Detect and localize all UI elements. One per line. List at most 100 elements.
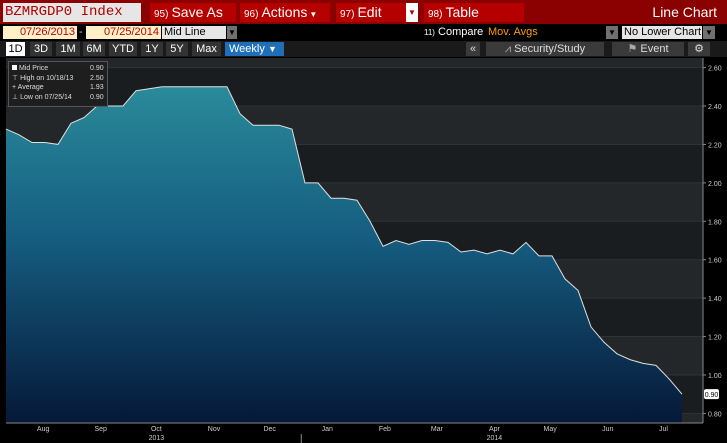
- x-tick-label: Jan: [322, 426, 333, 433]
- save-as-label: Save As: [171, 4, 223, 20]
- security-study-button[interactable]: ⩘ Security/Study: [486, 42, 604, 56]
- settings-icon[interactable]: ⚙: [688, 42, 710, 56]
- legend-high-value: 2.50: [90, 75, 104, 82]
- legend-mid-price: Mid Price 0.90: [12, 64, 104, 73]
- y-tick-label: 1.00: [708, 373, 722, 380]
- legend-average-label: Average: [17, 84, 44, 91]
- y-tick-label: 2.00: [708, 181, 722, 188]
- x-axis-background: [0, 423, 727, 443]
- actions-number: 96): [244, 9, 259, 20]
- compare-button[interactable]: 11) Compare: [424, 26, 483, 39]
- legend-average-value: 1.93: [90, 84, 104, 91]
- y-tick-label: 1.20: [708, 335, 722, 342]
- x-year-label: 2013: [149, 435, 165, 442]
- y-tick-label: 2.60: [708, 66, 722, 73]
- chart-band: [6, 221, 703, 260]
- chart-band: [6, 182, 703, 222]
- legend-low-label: Low on 07/25/14: [20, 94, 72, 101]
- legend-high-label: High on 10/18/13: [20, 75, 74, 82]
- chart-band: [6, 67, 703, 107]
- period-1y-button[interactable]: 1Y: [141, 42, 163, 56]
- legend-high: ⊤ High on 10/18/13 2.50: [12, 74, 104, 83]
- y-tick-label: 1.40: [708, 296, 722, 303]
- y-tick-label: 2.40: [708, 104, 722, 111]
- last-value-tag: [704, 389, 719, 400]
- compare-label: Compare: [438, 26, 484, 38]
- save-as-number: 95): [154, 9, 169, 20]
- actions-button[interactable]: 96) Actions ▼: [240, 3, 330, 22]
- mov-avgs-dropdown-icon[interactable]: ▼: [606, 26, 618, 39]
- legend-low-value: 0.90: [90, 94, 104, 101]
- legend-mid-price-value: 0.90: [90, 65, 104, 72]
- chart-band: [6, 106, 703, 145]
- line-chart-icon: ⩘: [504, 43, 512, 55]
- y-axis-background: [703, 58, 727, 423]
- event-button[interactable]: ⚑ Event: [612, 42, 684, 56]
- chart-band: [6, 259, 703, 299]
- lower-chart-dropdown-icon[interactable]: ▼: [703, 26, 715, 39]
- field-dropdown-icon[interactable]: ▼: [227, 26, 237, 39]
- legend-average: + Average 1.93: [12, 83, 104, 92]
- x-tick-label: Dec: [263, 426, 276, 433]
- mov-avgs-button[interactable]: Mov. Avgs: [488, 26, 538, 39]
- price-chart[interactable]: 0.80 1.00 1.20 1.40 1.60 1.80 2.00 2.20 2.40 2.60…: [0, 0, 727, 443]
- high-marker-icon: ⊤: [12, 75, 19, 82]
- legend-mid-price-label: Mid Price: [19, 65, 49, 72]
- y-tick-label: 2.20: [708, 142, 722, 149]
- chart-band: [6, 298, 703, 337]
- edit-number: 97): [340, 9, 355, 20]
- security-study-label: Security/Study: [514, 43, 586, 55]
- chart-band: [6, 413, 703, 423]
- x-year-label: 2014: [487, 435, 503, 442]
- legend-low: ⊥ Low on 07/25/14 0.90: [12, 93, 104, 102]
- compare-number: 11): [424, 28, 435, 37]
- event-icon: ⚑: [627, 43, 638, 55]
- x-tick-label: Feb: [379, 426, 391, 433]
- chart-band: [6, 144, 703, 183]
- ticker-input[interactable]: BZMRGDP0 Index: [3, 3, 141, 22]
- date-separator: -: [79, 26, 83, 38]
- field-select[interactable]: Mid Line: [162, 26, 226, 39]
- chart-band: [6, 58, 703, 68]
- period-1m-button[interactable]: 1M: [56, 42, 80, 56]
- x-tick-label: Jun: [602, 426, 613, 433]
- lower-chart-select[interactable]: No Lower Chart: [622, 26, 702, 39]
- edit-dropdown-icon[interactable]: ▼: [406, 3, 418, 22]
- period-max-button[interactable]: Max: [192, 42, 221, 56]
- y-tick-label: 1.80: [708, 219, 722, 226]
- x-tick-label: Aug: [37, 426, 50, 433]
- chart-band: [6, 374, 703, 414]
- period-3d-button[interactable]: 3D: [30, 42, 52, 56]
- x-tick-label: Apr: [489, 426, 501, 433]
- frequency-select[interactable]: Weekly ▼: [225, 42, 284, 56]
- save-as-button[interactable]: 95) Save As: [150, 3, 236, 22]
- scroll-left-icon[interactable]: «: [466, 42, 480, 56]
- end-date-input[interactable]: 07/25/2014: [86, 26, 161, 39]
- period-ytd-button[interactable]: YTD: [109, 42, 137, 56]
- event-label: Event: [640, 43, 669, 55]
- x-tick-label: Jul: [659, 426, 668, 433]
- legend-swatch-icon: [12, 65, 17, 70]
- table-label: Table: [445, 4, 479, 20]
- y-tick-label: 0.80: [708, 411, 722, 418]
- price-area: [6, 86, 682, 424]
- low-marker-icon: ⊥: [12, 94, 19, 101]
- period-6m-button[interactable]: 6M: [83, 42, 105, 56]
- edit-label: Edit: [357, 4, 382, 20]
- x-tick-label: Mar: [431, 426, 444, 433]
- average-marker-icon: +: [12, 84, 17, 91]
- x-tick-label: Sep: [94, 426, 107, 433]
- period-5y-button[interactable]: 5Y: [166, 42, 188, 56]
- chart-band: [6, 336, 703, 375]
- chart-legend: Mid Price 0.90 ⊤ High on 10/18/13 2.50 + A…: [8, 61, 108, 107]
- table-button[interactable]: 98) Table: [424, 3, 524, 22]
- frequency-label: Weekly: [229, 43, 265, 55]
- period-1d-button[interactable]: 1D: [6, 42, 25, 56]
- actions-dropdown-icon: ▼: [309, 10, 318, 19]
- actions-label: Actions: [261, 4, 308, 20]
- table-number: 98): [428, 9, 443, 20]
- start-date-input[interactable]: 07/26/2013: [3, 26, 77, 39]
- x-tick-label: May: [544, 426, 558, 433]
- x-tick-label: Oct: [151, 426, 162, 433]
- frequency-dropdown-icon: ▼: [267, 44, 277, 54]
